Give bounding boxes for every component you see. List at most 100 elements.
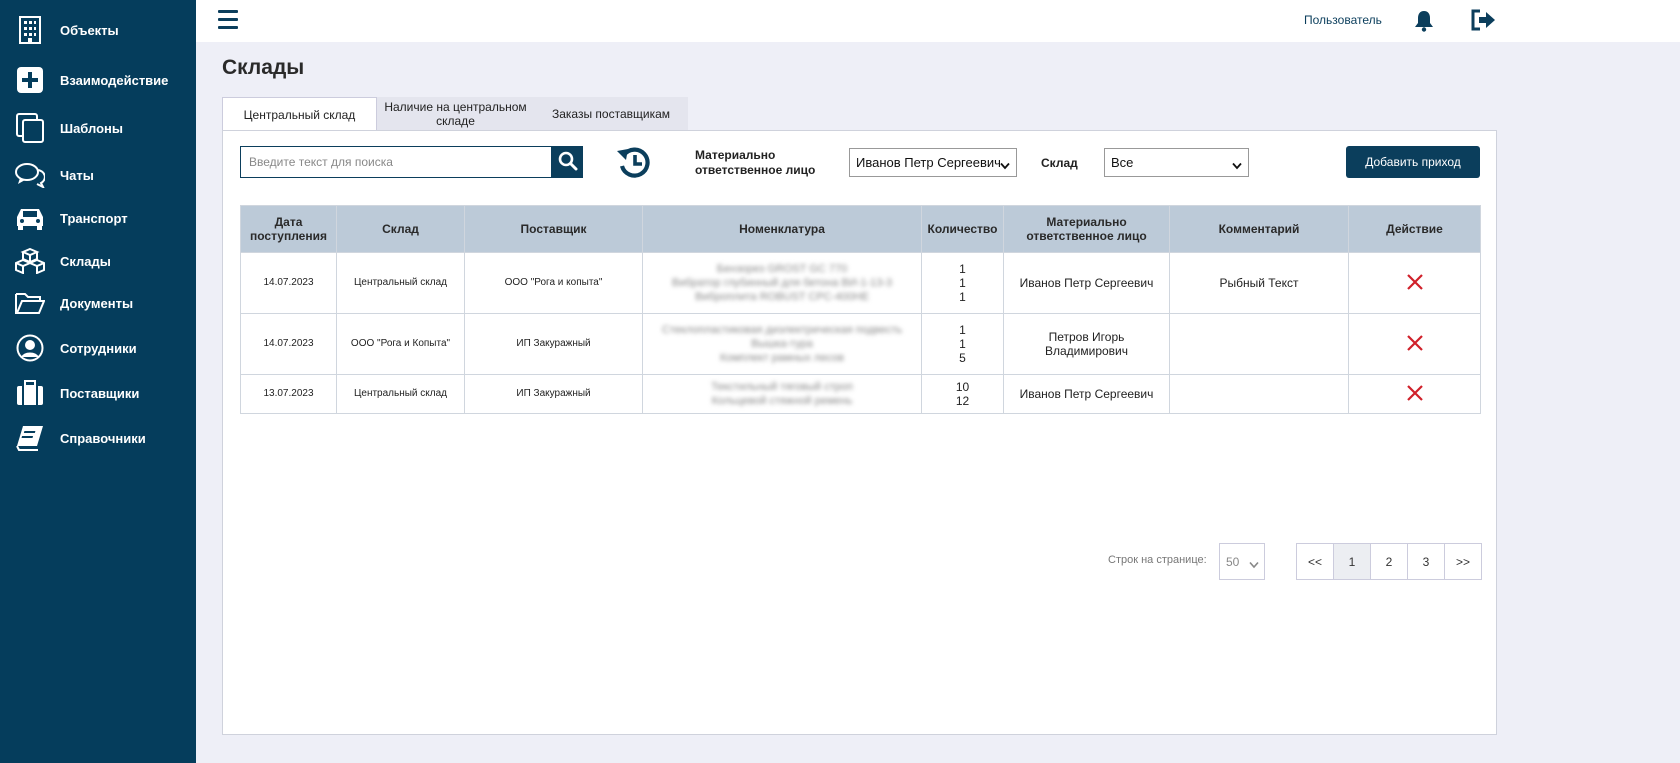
sidebar-item-label: Поставщики (60, 385, 140, 401)
quantity-cell: 10 12 (921, 374, 1004, 414)
page-button-3[interactable]: 3 (1408, 544, 1445, 579)
delete-icon[interactable] (1406, 273, 1423, 293)
tab-central-warehouse[interactable]: Центральный склад (222, 97, 377, 131)
sidebar-item-documents[interactable]: Документы (0, 285, 196, 321)
column-header[interactable]: Дата поступления (240, 205, 337, 253)
nomenclature-item: Текстильный тяговый строп (711, 381, 853, 393)
responsible-filter-label: Материально ответственное лицо (695, 148, 816, 177)
column-header[interactable]: Номенклатура (642, 205, 922, 253)
copy-icon (14, 112, 46, 144)
page-prev-button[interactable]: << (1297, 544, 1334, 579)
receipts-table: Дата поступления Склад Поставщик Номенкл… (240, 205, 1481, 414)
action-cell (1348, 252, 1481, 314)
sidebar-item-label: Объекты (60, 22, 119, 38)
add-receipt-button[interactable]: Добавить приход (1346, 146, 1480, 178)
warehouse-select-value: Все (1111, 155, 1134, 170)
table-header-row: Дата поступления Склад Поставщик Номенкл… (240, 205, 1481, 253)
tab-supplier-orders[interactable]: Заказы поставщикам (534, 97, 688, 130)
plus-square-icon (14, 64, 46, 96)
delete-icon[interactable] (1406, 334, 1423, 354)
bell-icon[interactable] (1414, 10, 1434, 37)
table-row[interactable]: 14.07.2023 ООО "Рога и Копыта" ИП Закура… (240, 313, 1481, 375)
sidebar-item-references[interactable]: Справочники (0, 420, 196, 456)
rows-per-page-value: 50 (1226, 554, 1240, 569)
warehouse-select[interactable]: Все (1104, 148, 1249, 177)
sidebar-item-chats[interactable]: Чаты (0, 157, 196, 193)
menu-toggle-icon[interactable] (218, 10, 238, 32)
warehouse-filter-label: Склад (1041, 156, 1078, 170)
responsible-select[interactable]: Иванов Петр Сергеевич (849, 148, 1017, 177)
pagination: << 1 2 3 >> (1296, 543, 1482, 580)
nomenclature-item: Кольцевой стяжной ремень (711, 395, 853, 407)
history-reset-icon[interactable] (616, 144, 652, 180)
column-header[interactable]: Материально ответственное лицо (1003, 205, 1170, 253)
building-icon (14, 14, 46, 46)
sidebar-item-employees[interactable]: Сотрудники (0, 330, 196, 366)
sidebar-item-warehouses[interactable]: Склады (0, 243, 196, 279)
column-header[interactable]: Действие (1348, 205, 1481, 253)
page-button-1[interactable]: 1 (1334, 544, 1371, 579)
quantity-value: 12 (955, 394, 970, 408)
column-header[interactable]: Комментарий (1169, 205, 1349, 253)
warehouse-cell: Центральный склад (336, 374, 465, 414)
quantity-value: 1 (959, 276, 966, 290)
nomenclature-item: Вибратор глубинный для бетона ВИ-1-13-3 (671, 277, 893, 289)
nomenclature-cell: Текстильный тяговый строп Кольцевой стяж… (642, 374, 922, 414)
action-cell (1348, 374, 1481, 414)
column-header[interactable]: Склад (336, 205, 465, 253)
quantity-value: 1 (959, 262, 966, 276)
tab-central-availability[interactable]: Наличие на центральном складе (377, 97, 534, 130)
nomenclature-item: Комплект рамных лесов (719, 352, 845, 364)
column-header[interactable]: Количество (921, 205, 1004, 253)
quantity-cell: 1 1 1 (921, 252, 1004, 314)
sidebar-item-objects[interactable]: Объекты (0, 12, 196, 48)
sidebar-item-templates[interactable]: Шаблоны (0, 110, 196, 146)
user-icon (14, 332, 46, 364)
user-link[interactable]: Пользователь (1304, 13, 1382, 27)
chevron-down-icon (1249, 558, 1259, 572)
chevron-down-icon (1000, 158, 1010, 173)
sidebar-item-transport[interactable]: Транспорт (0, 200, 196, 236)
sidebar-item-label: Склады (60, 253, 111, 269)
nomenclature-item: Вышка-тура (751, 338, 813, 350)
warehouse-cell: ООО "Рога и Копыта" (336, 313, 465, 375)
comment-cell (1169, 374, 1349, 414)
rows-per-page-label: Строк на странице: (1108, 554, 1207, 566)
quantity-value: 1 (959, 290, 966, 304)
delete-icon[interactable] (1406, 384, 1423, 404)
search-button[interactable] (552, 146, 583, 178)
nomenclature-item: Стеклопластиковая диэлектрическая подвес… (661, 324, 903, 336)
nomenclature-cell: Бензорез GROST GC 770 Вибратор глубинный… (642, 252, 922, 314)
sidebar-item-label: Документы (60, 295, 134, 311)
nomenclature-item: Виброплита ROBUST CPC-400HE (695, 291, 869, 303)
table-row[interactable]: 13.07.2023 Центральный склад ИП Закуражн… (240, 374, 1481, 414)
responsible-cell: Петров Игорь Владимирович (1003, 313, 1170, 375)
page-button-2[interactable]: 2 (1371, 544, 1408, 579)
sidebar-item-label: Транспорт (60, 210, 128, 226)
supplier-cell: ИП Закуражный (464, 374, 643, 414)
date-cell: 14.07.2023 (240, 252, 337, 314)
sidebar-item-interaction[interactable]: Взаимодействие (0, 62, 196, 98)
quantity-value: 1 (959, 337, 966, 351)
sidebar-item-label: Справочники (60, 430, 146, 446)
suitcase-icon (14, 377, 46, 409)
supplier-cell: ООО "Рога и копыта" (464, 252, 643, 314)
column-header[interactable]: Поставщик (464, 205, 643, 253)
tab-label: Заказы поставщикам (551, 106, 671, 121)
date-cell: 14.07.2023 (240, 313, 337, 375)
tab-label: Центральный склад (243, 107, 356, 122)
nomenclature-item: Бензорез GROST GC 770 (716, 263, 848, 275)
search-input[interactable] (240, 146, 552, 178)
sidebar: Объекты Взаимодействие Шаблоны Чаты Тран… (0, 0, 196, 763)
page-next-button[interactable]: >> (1445, 544, 1481, 579)
nomenclature-cell: Стеклопластиковая диэлектрическая подвес… (642, 313, 922, 375)
sidebar-item-suppliers[interactable]: Поставщики (0, 375, 196, 411)
responsible-cell: Иванов Петр Сергеевич (1003, 374, 1170, 414)
action-cell (1348, 313, 1481, 375)
rows-per-page-select[interactable]: 50 (1219, 543, 1265, 580)
table-row[interactable]: 14.07.2023 Центральный склад ООО "Рога и… (240, 252, 1481, 314)
sidebar-item-label: Взаимодействие (60, 72, 169, 88)
quantity-value: 5 (959, 351, 966, 365)
folder-icon (14, 287, 46, 319)
logout-icon[interactable] (1470, 9, 1496, 36)
